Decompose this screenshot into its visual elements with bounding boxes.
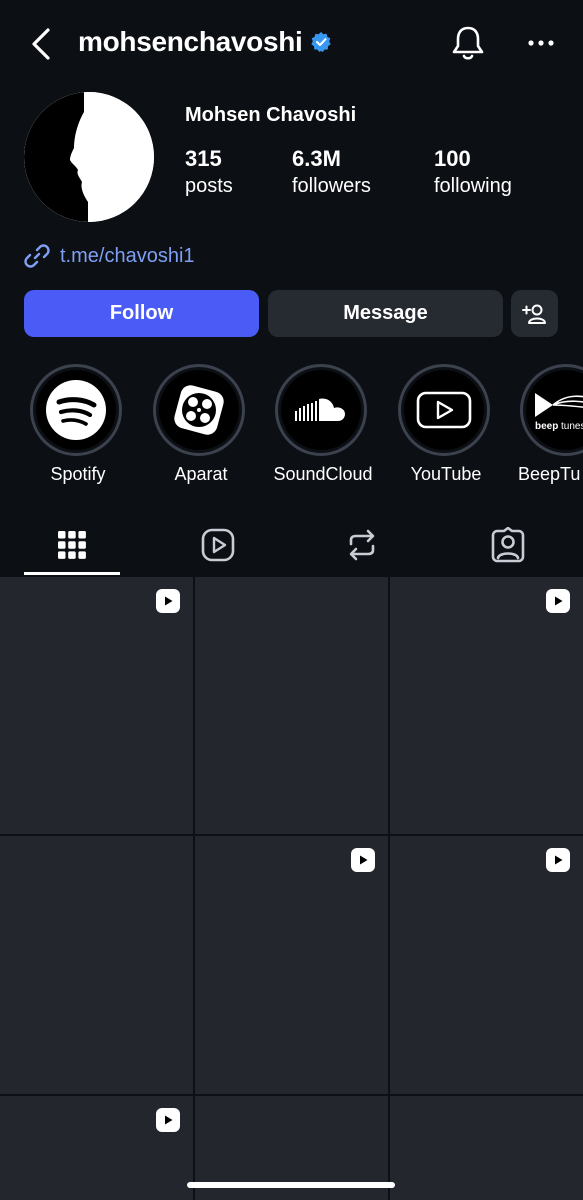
back-button[interactable] (28, 26, 56, 62)
reel-play-icon (546, 589, 570, 613)
highlight-cover (36, 370, 116, 450)
active-tab-indicator (24, 572, 120, 575)
verified-badge-icon (310, 32, 331, 52)
highlight-label: Spotify (50, 464, 106, 484)
highlight-label: YouTube (410, 464, 482, 484)
followers-label: followers (292, 175, 371, 197)
grid-post[interactable] (0, 836, 193, 1094)
followers-stat[interactable]: 6.3M followers (292, 146, 371, 200)
posts-grid (0, 577, 583, 1200)
tab-tagged[interactable] (460, 520, 556, 570)
grid-post[interactable] (0, 577, 193, 834)
tab-reels[interactable] (170, 520, 266, 570)
grid-post[interactable] (390, 836, 583, 1094)
highlight-ring (398, 364, 490, 456)
reel-play-icon (351, 848, 375, 872)
grid-post[interactable] (195, 836, 388, 1094)
add-user-icon (521, 304, 546, 324)
suggested-users-button[interactable] (511, 290, 558, 337)
highlight-ring (275, 364, 367, 456)
username-text: mohsenchavoshi (78, 26, 303, 57)
posts-label: posts (185, 175, 233, 197)
svg-text:tunes: tunes (561, 421, 583, 432)
youtube-icon (416, 391, 472, 429)
svg-text:beep: beep (535, 421, 558, 432)
grid-post[interactable] (390, 577, 583, 834)
highlight-label: SoundCloud (273, 464, 373, 484)
notifications-button[interactable] (450, 24, 486, 62)
grid-icon (58, 531, 86, 559)
soundcloud-icon (295, 398, 345, 421)
highlight-label: Aparat (174, 464, 228, 484)
highlight-label: BeepTu (518, 464, 581, 484)
profile-link-text: t.me/chavoshi1 (60, 244, 195, 267)
highlight-cover (159, 370, 239, 450)
reel-play-icon (546, 848, 570, 872)
beeptunes-icon: beep tunes (535, 393, 583, 432)
more-horizontal-icon (528, 40, 554, 46)
highlight-ring (30, 364, 122, 456)
followers-count: 6.3M (292, 146, 341, 171)
following-label: following (434, 175, 512, 197)
avatar-silhouette-image (24, 92, 154, 222)
following-stat[interactable]: 100 following (434, 146, 512, 200)
follow-button[interactable]: Follow (24, 290, 259, 337)
posts-count: 315 (185, 146, 222, 171)
highlight-ring (153, 364, 245, 456)
message-button-label: Message (343, 302, 428, 324)
username-title: mohsenchavoshi (78, 26, 331, 58)
chevron-left-icon (32, 28, 50, 60)
bell-icon (452, 26, 484, 60)
posts-stat[interactable]: 315 posts (185, 146, 233, 200)
follow-button-label: Follow (109, 302, 174, 324)
following-count: 100 (434, 146, 471, 171)
home-indicator[interactable] (187, 1182, 395, 1188)
display-name: Mohsen Chavoshi (185, 104, 357, 126)
tagged-icon (491, 527, 525, 563)
reel-play-icon (156, 589, 180, 613)
profile-header: mohsenchavoshi (0, 0, 583, 88)
highlight-ring: beep tunes (520, 364, 583, 456)
highlight-cover (281, 370, 361, 450)
reels-icon (201, 528, 235, 562)
highlight-cover (404, 370, 484, 450)
highlight-cover: beep tunes (526, 370, 583, 450)
tab-reposts[interactable] (314, 520, 410, 570)
grid-post[interactable] (390, 1096, 583, 1200)
grid-post[interactable] (0, 1096, 193, 1200)
spotify-icon (46, 380, 106, 440)
profile-avatar[interactable] (24, 92, 154, 222)
profile-link[interactable]: t.me/chavoshi1 (24, 243, 195, 269)
aparat-icon (174, 385, 224, 435)
reel-play-icon (156, 1108, 180, 1132)
grid-post[interactable] (195, 577, 388, 834)
link-icon (24, 244, 50, 268)
message-button[interactable]: Message (268, 290, 503, 337)
more-options-button[interactable] (525, 30, 557, 56)
repost-icon (349, 529, 375, 561)
tab-posts-grid[interactable] (24, 520, 120, 570)
